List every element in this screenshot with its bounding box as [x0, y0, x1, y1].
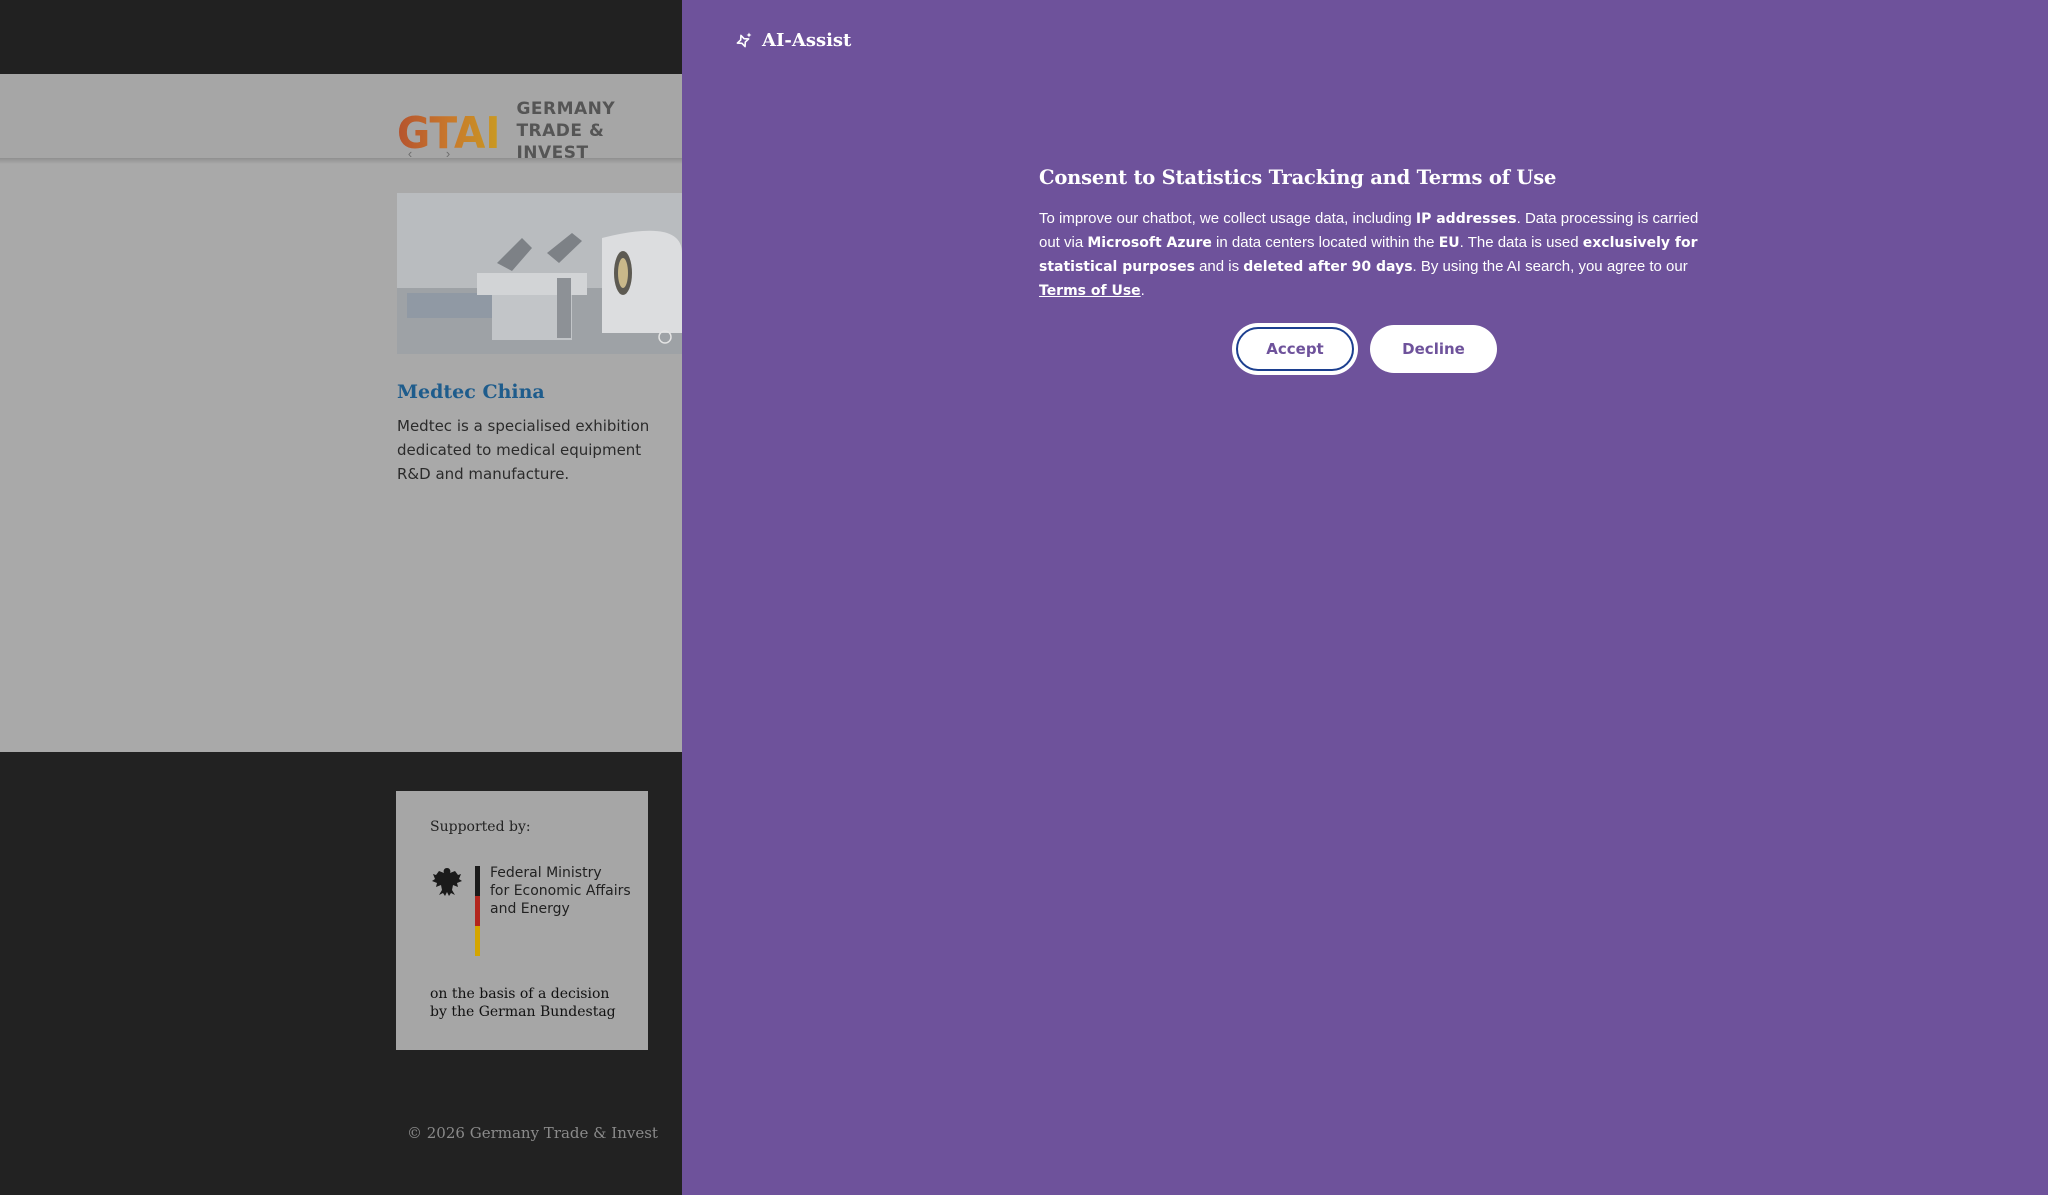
- consent-text-part: To improve our chatbot, we collect usage…: [1039, 210, 1416, 227]
- gtai-logo-mark: GTAI: [397, 111, 500, 151]
- consent-heading: Consent to Statistics Tracking and Terms…: [1039, 166, 1557, 189]
- consent-dialog: Consent to Statistics Tracking and Terms…: [1039, 166, 1699, 303]
- ministry-line-1: Federal Ministry: [490, 865, 602, 881]
- card-description: Medtec is a specialised exhibition dedic…: [397, 417, 650, 483]
- consent-text-part: . The data is used: [1459, 234, 1583, 251]
- consent-bold-ip: IP addresses: [1415, 211, 1517, 227]
- bundestag-basis: on the basis of a decision by the German…: [430, 985, 616, 1021]
- basis-line-1: on the basis of a decision: [430, 986, 610, 1002]
- consent-text-part: . By using the AI search, you agree to o…: [1412, 258, 1688, 275]
- medtec-card-image[interactable]: [397, 193, 682, 354]
- sparkle-icon: [736, 32, 752, 47]
- consent-bold-retention: deleted after 90 days: [1243, 259, 1413, 275]
- german-flag-bar: [475, 866, 480, 956]
- consent-bold-eu: EU: [1438, 235, 1460, 251]
- panel-header: AI-Assist: [734, 30, 851, 51]
- chevron-left-icon: ‹: [407, 146, 413, 161]
- ministry-name: Federal Ministry for Economic Affairs an…: [490, 864, 631, 918]
- carousel-next-button[interactable]: ›: [437, 146, 459, 166]
- consent-text-part: .: [1140, 282, 1145, 299]
- copyright-notice: © 2026 Germany Trade & Invest: [407, 1124, 658, 1142]
- card-title[interactable]: Medtec China: [397, 381, 545, 403]
- panel-title: AI-Assist: [762, 30, 852, 51]
- decline-button[interactable]: Decline: [1370, 325, 1497, 373]
- svg-text:GTAI: GTAI: [397, 111, 500, 151]
- supported-by-box: Supported by: Federal Ministry for Econo…: [396, 791, 648, 1050]
- medical-equipment-image: [397, 193, 682, 354]
- header-shadow: [0, 158, 682, 164]
- supported-by-label: Supported by:: [430, 819, 531, 835]
- top-bar: [0, 0, 682, 74]
- carousel-prev-button[interactable]: ‹: [399, 146, 421, 166]
- federal-eagle-icon: [432, 868, 462, 896]
- consent-text-part: and is: [1194, 258, 1244, 275]
- ministry-line-2: for Economic Affairs: [490, 883, 631, 899]
- ministry-line-3: and Energy: [490, 901, 570, 917]
- consent-buttons: Accept Decline: [1234, 325, 1497, 373]
- ai-assist-panel: AI-Assist Consent to Statistics Tracking…: [682, 0, 2048, 1195]
- consent-bold-azure: Microsoft Azure: [1087, 235, 1212, 251]
- terms-of-use-link[interactable]: Terms of Use: [1039, 283, 1141, 299]
- basis-line-2: by the German Bundestag: [430, 1004, 616, 1020]
- chevron-right-icon: ›: [445, 146, 451, 161]
- logo-line-1: GERMANY: [516, 99, 616, 119]
- consent-text-part: in data centers located within the: [1211, 234, 1439, 251]
- logo-wordmark: GERMANY TRADE & INVEST: [516, 98, 682, 164]
- accept-button[interactable]: Accept: [1234, 325, 1356, 373]
- background-website: GTAI GERMANY TRADE & INVEST ‹ › Medtec C…: [0, 0, 682, 1195]
- consent-text: To improve our chatbot, we collect usage…: [1039, 207, 1699, 303]
